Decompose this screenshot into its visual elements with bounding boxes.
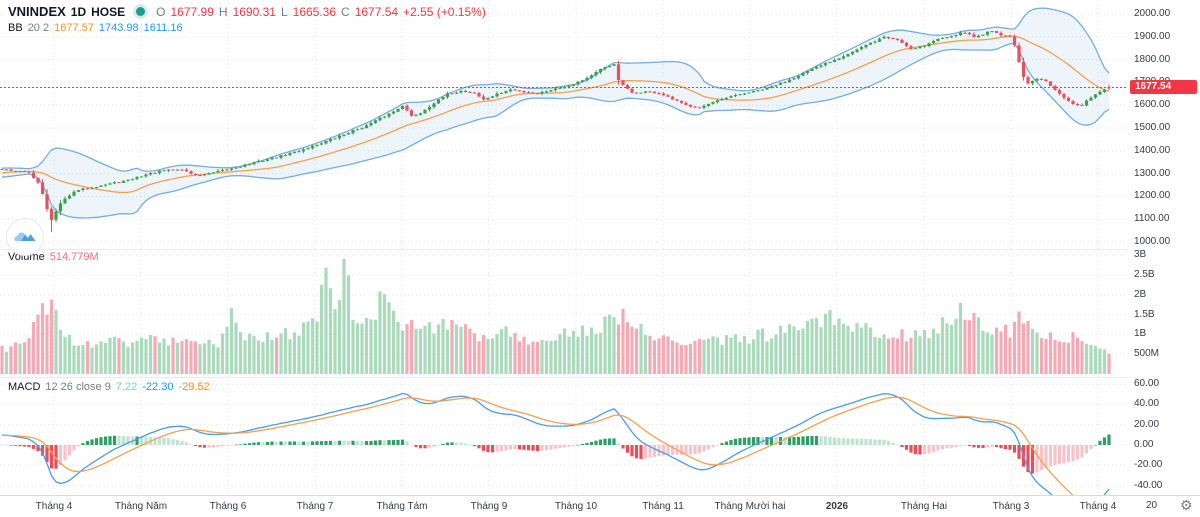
- price-axis-label: 2000.00: [1134, 8, 1170, 20]
- macd-axis-label: 40.00: [1134, 398, 1159, 410]
- time-axis-label: Tháng 7: [297, 501, 334, 512]
- exchange-name[interactable]: HOSE: [91, 5, 125, 19]
- time-axis-label: Tháng 11: [642, 501, 684, 512]
- volume-series: [0, 259, 1110, 374]
- macd-axis-label: -40.00: [1134, 480, 1162, 492]
- bb-indicator-name[interactable]: BB: [8, 22, 23, 34]
- chart-svg: [0, 0, 1200, 517]
- open-label: O: [156, 5, 165, 19]
- volume-axis-label: 1B: [1134, 328, 1146, 340]
- macd-histogram: [0, 435, 1110, 474]
- bollinger-fill: [2, 8, 1109, 218]
- close-label: C: [341, 5, 350, 19]
- macd-axis-label: 20.00: [1134, 419, 1159, 431]
- macd-signal-line: [2, 397, 1109, 505]
- time-axis-extra-label: 20: [1146, 500, 1157, 511]
- price-axis-label: 1000.00: [1134, 236, 1170, 248]
- macd-axis-label: 0.00: [1134, 439, 1153, 451]
- cloud-mountain-icon: [13, 225, 37, 249]
- time-axis-label: Tháng 10: [555, 501, 597, 512]
- interval-selector[interactable]: 1D: [71, 5, 86, 19]
- macd-line-value: -22.30: [142, 381, 173, 393]
- time-axis-label: Tháng 6: [210, 501, 247, 512]
- macd-hist-value: 7.22: [116, 381, 137, 393]
- macd-signal-value: -29.52: [178, 381, 209, 393]
- trading-chart-window: VNINDEX 1D HOSE O 1677.99 H 1690.31 L 1665.…: [0, 0, 1200, 517]
- time-axis-label: Tháng Tám: [377, 501, 428, 512]
- bb-lower-value: 1611.16: [144, 22, 183, 34]
- price-axis-label: 1100.00: [1134, 213, 1169, 225]
- axis-settings-gear-icon[interactable]: ⚙: [1180, 497, 1193, 514]
- macd-axis[interactable]: 60.00 40.00 20.00 0.00 -20.00 -40.00: [1128, 377, 1200, 495]
- time-axis-label: Tháng Năm: [115, 501, 167, 512]
- low-label: L: [281, 5, 288, 19]
- symbol-name[interactable]: VNINDEX: [8, 4, 66, 19]
- time-axis-label: Tháng 4: [36, 501, 73, 512]
- time-axis[interactable]: Tháng 4 Tháng Năm Tháng 6 Tháng 7 Tháng Tám T…: [0, 495, 1200, 517]
- time-axis-label: Tháng 9: [471, 501, 508, 512]
- current-price-label: 1677.54: [1130, 80, 1197, 94]
- volume-axis-label: 3B: [1134, 249, 1146, 261]
- time-axis-label: 2026: [826, 501, 848, 512]
- price-axis-label: 1300.00: [1134, 168, 1170, 180]
- time-axis-label: Tháng 4: [1080, 501, 1117, 512]
- price-axis-label: 1400.00: [1134, 145, 1170, 157]
- volume-axis-label: 2.5B: [1134, 269, 1155, 281]
- bb-upper-value: 1743.98: [99, 22, 139, 34]
- volume-axis[interactable]: 3B 2.5B 2B 1.5B 1B 500M: [1128, 250, 1200, 377]
- high-label: H: [219, 5, 228, 19]
- macd-axis-label: 60.00: [1134, 378, 1159, 390]
- bollinger-lower-line: [2, 44, 1109, 219]
- price-axis-label: 1800.00: [1134, 54, 1170, 66]
- close-value: 1677.54: [355, 5, 398, 19]
- high-value: 1690.31: [233, 5, 276, 19]
- chart-plot-area[interactable]: [0, 0, 1200, 517]
- price-axis-label: 1600.00: [1134, 99, 1170, 111]
- macd-indicator-name[interactable]: MACD: [8, 381, 40, 393]
- open-value: 1677.99: [171, 5, 214, 19]
- price-axis-label: 1200.00: [1134, 190, 1170, 202]
- volume-axis-label: 2B: [1134, 289, 1146, 301]
- volume-axis-label: 1.5B: [1134, 309, 1155, 321]
- price-axis-label: 1500.00: [1134, 122, 1170, 134]
- price-axis-label: 1900.00: [1134, 31, 1170, 43]
- market-status-dot: [136, 7, 145, 16]
- bb-params: 20 2: [28, 22, 49, 34]
- bb-basis-value: 1677.57: [54, 22, 94, 34]
- price-axis[interactable]: 2000.001900.001800.001700.001600.001500.…: [1128, 0, 1200, 250]
- time-axis-label: Tháng Mười hai: [714, 501, 785, 512]
- volume-value: 514.779M: [50, 251, 99, 263]
- grid: [0, 0, 1128, 494]
- symbol-legend: VNINDEX 1D HOSE O 1677.99 H 1690.31 L 1665.…: [8, 4, 486, 19]
- low-value: 1665.36: [293, 5, 336, 19]
- macd-axis-label: -20.00: [1134, 459, 1162, 471]
- macd-params: 12 26 close 9: [45, 381, 110, 393]
- time-axis-label: Tháng 3: [993, 501, 1030, 512]
- bb-legend: BB 20 2 1677.57 1743.98 1611.16: [8, 22, 183, 34]
- time-axis-label: Tháng Hai: [901, 501, 947, 512]
- change-value: +2.55 (+0.15%): [403, 5, 486, 19]
- macd-legend: MACD 12 26 close 9 7.22 -22.30 -29.52: [8, 381, 210, 393]
- platform-logo-watermark: [6, 218, 44, 256]
- candlestick-series: [0, 31, 1110, 232]
- volume-axis-label: 500M: [1134, 348, 1159, 360]
